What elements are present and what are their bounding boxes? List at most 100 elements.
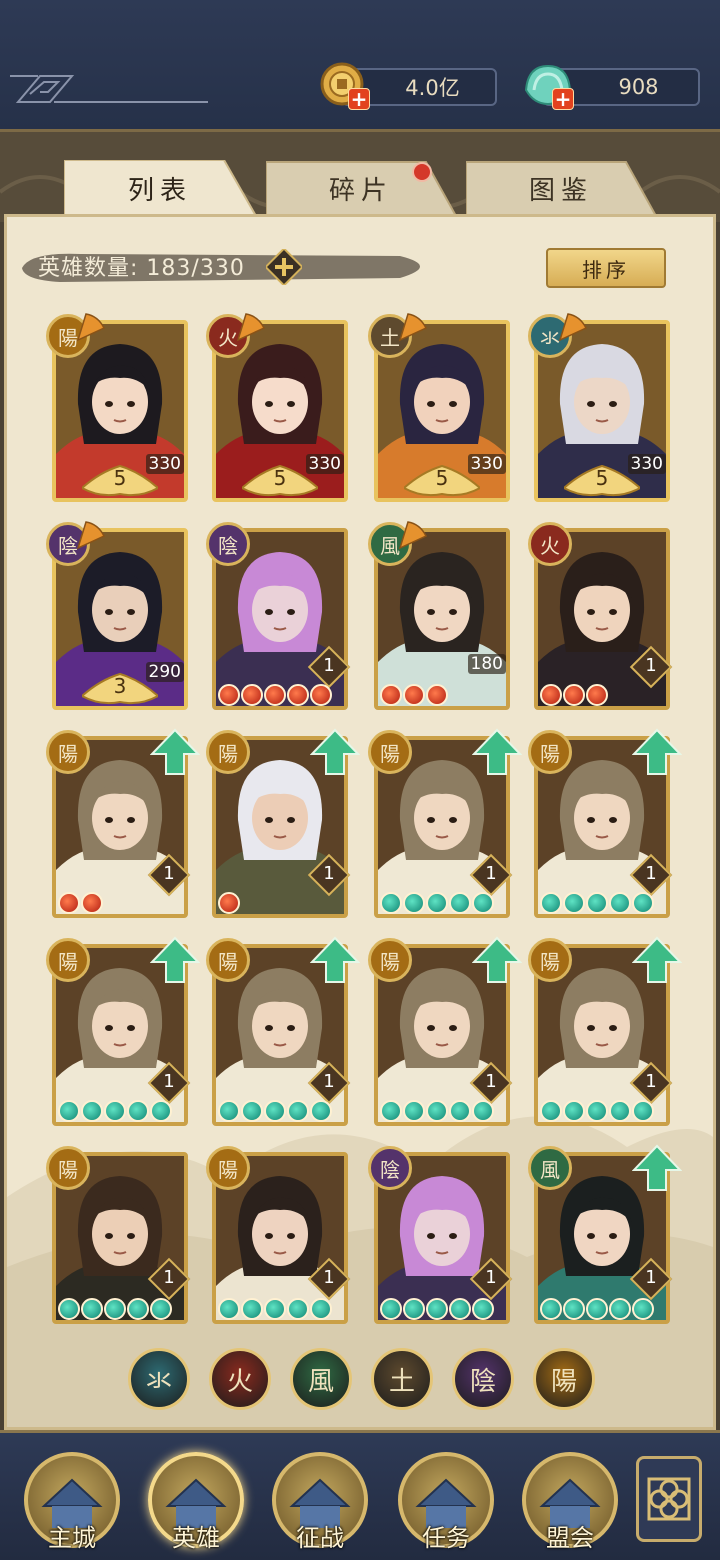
fragment-count: 330 [467,454,506,474]
orb-icon [310,1298,332,1320]
add-hero-slots-button[interactable] [266,249,302,285]
fan-ornament-icon [236,313,266,342]
orb-icon [380,1298,402,1320]
filter-yang-button[interactable]: 陽 [533,1348,595,1410]
sort-button[interactable]: 排序 [546,248,666,288]
upgrade-arrow-icon [632,728,682,775]
hero-level: 1 [485,863,497,884]
hero-card[interactable]: 陽 5 330 [46,313,188,502]
orb-icon [218,892,240,914]
jade-value: 908 [618,75,659,99]
hero-card[interactable]: 土 5 330 [368,313,510,502]
hero-card[interactable]: 陰1 [206,522,351,710]
element-yang-badge: 陽 [528,730,572,774]
hero-card[interactable]: 火 5 330 [206,313,348,502]
awakening-orbs [380,892,494,914]
element-yang-badge: 陽 [528,938,572,982]
orb-icon [310,684,332,706]
orb-icon [586,1100,608,1122]
hero-card[interactable]: 陽1 [528,936,682,1126]
hero-level: 1 [323,863,335,884]
orb-icon [264,1100,286,1122]
tab-fragments[interactable]: 碎片 [266,160,456,216]
element-yang-badge: 陽 [46,730,90,774]
orb-icon [563,892,585,914]
orb-icon [609,892,631,914]
filter-water-button[interactable]: 氺 [128,1348,190,1410]
hero-card[interactable]: 陽1 [206,1146,351,1324]
hero-card[interactable]: 陽1 [206,728,360,918]
hero-card[interactable]: 陽1 [368,728,522,918]
hero-card[interactable]: 陽1 [206,936,360,1126]
orb-icon [150,1100,172,1122]
upgrade-arrow-icon [310,728,360,775]
hero-card[interactable]: 風 180 [368,521,510,710]
orb-icon [426,892,448,914]
more-menu-button[interactable] [636,1456,702,1542]
orb-icon [403,1100,425,1122]
awakening-orbs [380,684,448,706]
hero-level: 1 [163,1267,175,1288]
orb-icon [472,1100,494,1122]
orb-icon [264,684,286,706]
orb-icon [449,892,471,914]
orb-icon [104,1298,126,1320]
orb-icon [472,1298,494,1320]
hero-count-value: 183/330 [146,256,245,281]
hero-card[interactable]: 陽1 [46,728,200,918]
hero-card[interactable]: 陽1 [528,728,682,918]
orb-icon [403,684,425,706]
tab-list-label: 列表 [127,175,192,206]
gold-value: 4.0亿 [405,76,460,100]
hero-card[interactable]: 氺 5 330 [528,313,670,502]
hero-card[interactable]: 陽1 [46,1146,191,1324]
awakening-orbs [540,892,654,914]
upgrade-arrow-icon [472,936,522,983]
nav-label: 英雄 [172,1524,220,1552]
element-yang-badge: 陽 [46,938,90,982]
hero-level: 1 [163,1071,175,1092]
element-filter-row: 氺火風土陰陽 [128,1348,598,1412]
element-yang-badge: 陽 [46,1146,90,1190]
nav-label: 盟会 [546,1524,594,1552]
notification-dot [412,162,432,182]
orb-icon [264,1298,286,1320]
hero-level: 1 [323,655,335,676]
filter-earth-button[interactable]: 土 [371,1348,433,1410]
tab-codex[interactable]: 图鉴 [466,160,656,216]
fan-ornament-icon [76,313,106,342]
awakening-orbs [540,684,608,706]
element-yang-badge: 陽 [206,1146,250,1190]
upgrade-arrow-icon [632,1144,682,1191]
orb-icon [104,1100,126,1122]
hero-card[interactable]: 火1 [528,522,673,710]
hero-card[interactable]: 陰 3 290 [46,521,188,710]
orb-icon [287,684,309,706]
filter-fire-button[interactable]: 火 [209,1348,271,1410]
orb-icon [426,684,448,706]
add-gold-button[interactable]: + [348,88,370,110]
hero-card[interactable]: 陽1 [368,936,522,1126]
filter-yin-button[interactable]: 陰 [452,1348,514,1410]
element-yang-badge: 陽 [368,938,412,982]
hero-card[interactable]: 陰1 [368,1146,513,1324]
hero-card[interactable]: 風1 [528,1144,682,1324]
hero-level: 1 [485,1071,497,1092]
filter-wind-button[interactable]: 風 [290,1348,352,1410]
orb-icon [540,1100,562,1122]
awakening-orbs [218,1298,332,1320]
flower-pattern-icon [647,1477,691,1521]
tab-list[interactable]: 列表 [64,160,256,216]
element-yang-badge: 陽 [206,938,250,982]
orb-icon [58,1298,80,1320]
orb-icon [287,1100,309,1122]
fan-ornament-icon [398,313,428,342]
orb-icon [426,1298,448,1320]
hero-card[interactable]: 陽1 [46,936,200,1126]
add-jade-button[interactable]: + [552,88,574,110]
orb-icon [287,1298,309,1320]
orb-icon [586,1298,608,1320]
element-yin-badge: 陰 [206,522,250,566]
fan-ornament-icon [558,313,588,342]
awakening-orbs [380,1100,494,1122]
